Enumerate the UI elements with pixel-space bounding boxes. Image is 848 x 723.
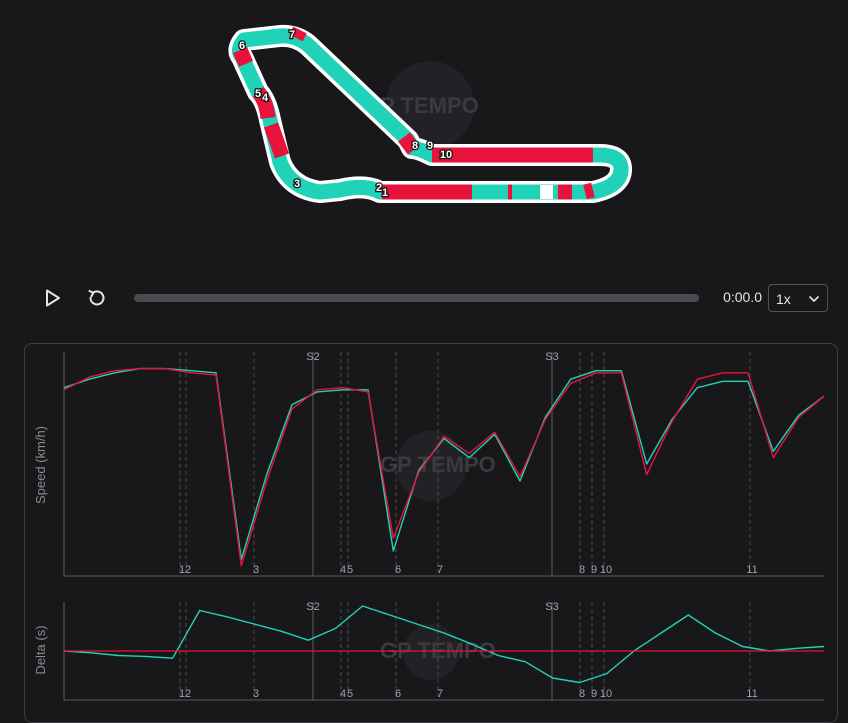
- corner-label: 3: [253, 688, 259, 700]
- corner-label: 7: [437, 564, 443, 576]
- corner-label: 8: [579, 564, 585, 576]
- corner-label: 5: [347, 688, 353, 700]
- turn-label: 3: [294, 178, 300, 190]
- playback-speed-select[interactable]: 1x: [768, 284, 828, 312]
- turn-label: 2: [376, 182, 382, 194]
- sector-label: S3: [545, 601, 558, 613]
- turn-label: 6: [239, 40, 245, 52]
- playback-controls: 0:00.0 1x: [0, 280, 848, 320]
- turn-label: 1: [382, 187, 388, 199]
- corner-label: 6: [395, 564, 401, 576]
- delta-axis-label: Delta (s): [33, 625, 48, 674]
- track-segment-red: [289, 26, 307, 42]
- turn-label: 8: [412, 140, 418, 152]
- track-segment-red: [263, 122, 290, 159]
- reset-button[interactable]: [85, 286, 109, 310]
- track-segment-red: [583, 182, 595, 200]
- corner-label: 3: [253, 564, 259, 576]
- corner-label: 4: [340, 564, 346, 576]
- corner-label: 9: [591, 688, 597, 700]
- corner-label: 11: [746, 688, 757, 700]
- sector-label: S2: [306, 601, 319, 613]
- turn-label: 4: [262, 92, 269, 104]
- progress-slider[interactable]: [134, 294, 699, 302]
- turn-label: 5: [255, 88, 261, 100]
- reset-icon: [88, 290, 105, 306]
- chevron-down-icon: [809, 296, 819, 302]
- play-icon: [46, 289, 60, 307]
- time-readout: 0:00.0: [723, 289, 762, 305]
- turn-label: 9: [427, 140, 433, 152]
- corner-label: 4: [340, 688, 346, 700]
- corner-label: 10: [600, 564, 612, 576]
- track-segment-red: [233, 47, 253, 67]
- track-map: GP TEMPO 12345678 910: [228, 24, 632, 203]
- turn-label: 7: [289, 29, 295, 41]
- telemetry-panel: GP TEMPO GP TEMPO Speed (km/h) Delta (s)…: [24, 343, 838, 723]
- telemetry-charts: GP TEMPO GP TEMPO Speed (km/h) Delta (s)…: [33, 351, 825, 701]
- corner-label: 5: [347, 564, 353, 576]
- corner-label: 8: [579, 688, 585, 700]
- play-button[interactable]: [40, 286, 64, 310]
- speed-axis-label: Speed (km/h): [33, 426, 48, 504]
- turn-label: 10: [440, 149, 452, 161]
- corner-label: 10: [600, 688, 612, 700]
- finish-line: [540, 185, 553, 199]
- corner-label: 9: [591, 564, 597, 576]
- corner-label: 7: [437, 688, 443, 700]
- corner-label: 11: [746, 564, 757, 576]
- sector-label: S2: [306, 351, 319, 363]
- corner-label: 2: [185, 564, 191, 576]
- corner-label: 6: [395, 688, 401, 700]
- corner-label: 2: [185, 688, 191, 700]
- sector-label: S3: [545, 351, 558, 363]
- playback-speed-value: 1x: [776, 291, 791, 307]
